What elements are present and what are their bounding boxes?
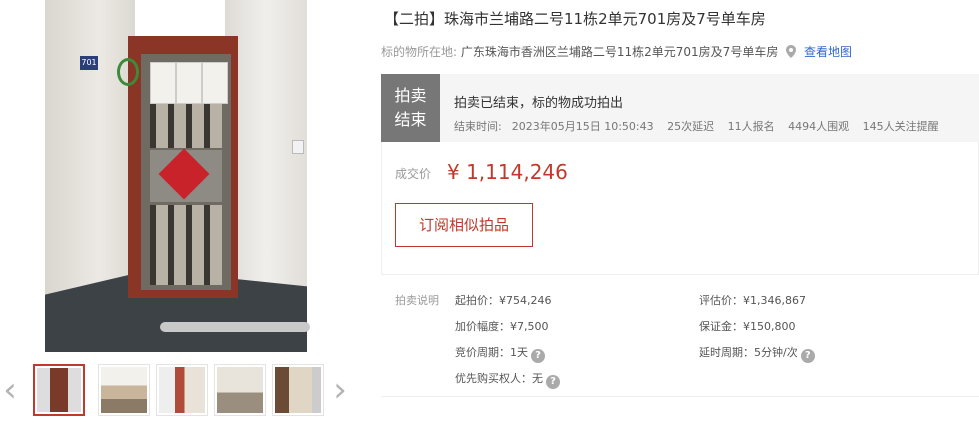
photo-handrail — [160, 322, 310, 332]
location-label: 标的物所在地: — [381, 45, 458, 59]
map-pin-icon — [786, 45, 797, 58]
location-value: 广东珠海市香洲区兰埔路二号11栋2单元701房及7号单车房 — [460, 45, 779, 59]
location-row: 标的物所在地: 广东珠海市香洲区兰埔路二号11栋2单元701房及7号单车房 查看… — [381, 43, 852, 60]
photo-socket — [292, 140, 304, 154]
end-time-label: 结束时间: — [454, 120, 502, 133]
gallery-thumb[interactable] — [98, 364, 150, 416]
photo-door-plate: 701 — [80, 56, 98, 70]
listing-title: 【二拍】珠海市兰埔路二号11栋2单元701房及7号单车房 — [384, 10, 766, 28]
gallery-thumb[interactable] — [214, 364, 266, 416]
appraisal-price: 评估价：¥1,346,867 — [699, 294, 806, 307]
badge-line-1: 拍卖 — [394, 86, 427, 105]
priority-buyer-row: 优先购买权人：无? — [455, 370, 560, 389]
bidding-cycle: 竞价周期：1天 — [455, 346, 528, 359]
delay-count: 25次延迟 — [667, 120, 715, 133]
main-photo[interactable]: 701 — [0, 0, 352, 352]
bidding-cycle-row: 竞价周期：1天? — [455, 344, 545, 363]
start-price: 起拍价：¥754,246 — [455, 294, 552, 307]
final-price-label: 成交价 — [395, 167, 432, 181]
gallery-prev-arrow[interactable]: ‹ — [2, 370, 18, 410]
deposit: 保证金：¥150,800 — [699, 320, 796, 333]
gallery-thumb[interactable] — [156, 364, 208, 416]
viewer-count: 4494人围观 — [788, 120, 850, 133]
description-label: 拍卖说明 — [395, 294, 439, 307]
extension-cycle: 延时周期：5分钟/次 — [699, 346, 798, 359]
signup-count: 11人报名 — [727, 120, 775, 133]
photo-door-grille-top — [150, 100, 222, 148]
photo-door-grille-bottom — [150, 205, 222, 285]
bid-increment: 加价幅度：¥7,500 — [455, 320, 549, 333]
subscribe-similar-button[interactable]: 订阅相似拍品 — [395, 203, 533, 247]
view-map-link[interactable]: 查看地图 — [804, 45, 852, 59]
priority-buyer: 优先购买权人：无 — [455, 372, 543, 385]
gallery-thumb[interactable] — [33, 364, 85, 416]
end-time-value: 2023年05月15日 10:50:43 — [511, 120, 654, 133]
photo-notice — [202, 62, 228, 104]
gallery-next-arrow[interactable]: › — [332, 370, 348, 410]
help-icon[interactable]: ? — [546, 375, 560, 389]
extension-cycle-row: 延时周期：5分钟/次? — [699, 344, 815, 363]
badge-line-2: 结束 — [394, 110, 427, 129]
follower-count: 145人关注提醒 — [862, 120, 939, 133]
photo-notice — [176, 62, 202, 104]
photo-notice — [150, 62, 176, 104]
status-meta: 结束时间: 2023年05月15日 10:50:43 25次延迟 11人报名 44… — [454, 118, 949, 134]
final-price-value: ¥ 1,114,246 — [447, 160, 568, 184]
help-icon[interactable]: ? — [531, 349, 545, 363]
gallery-thumb[interactable] — [272, 364, 324, 416]
help-icon[interactable]: ? — [800, 349, 815, 363]
auction-ended-badge: 拍卖 结束 — [381, 74, 440, 142]
photo-cable — [117, 58, 139, 86]
status-message: 拍卖已结束，标的物成功拍出 — [454, 96, 624, 111]
